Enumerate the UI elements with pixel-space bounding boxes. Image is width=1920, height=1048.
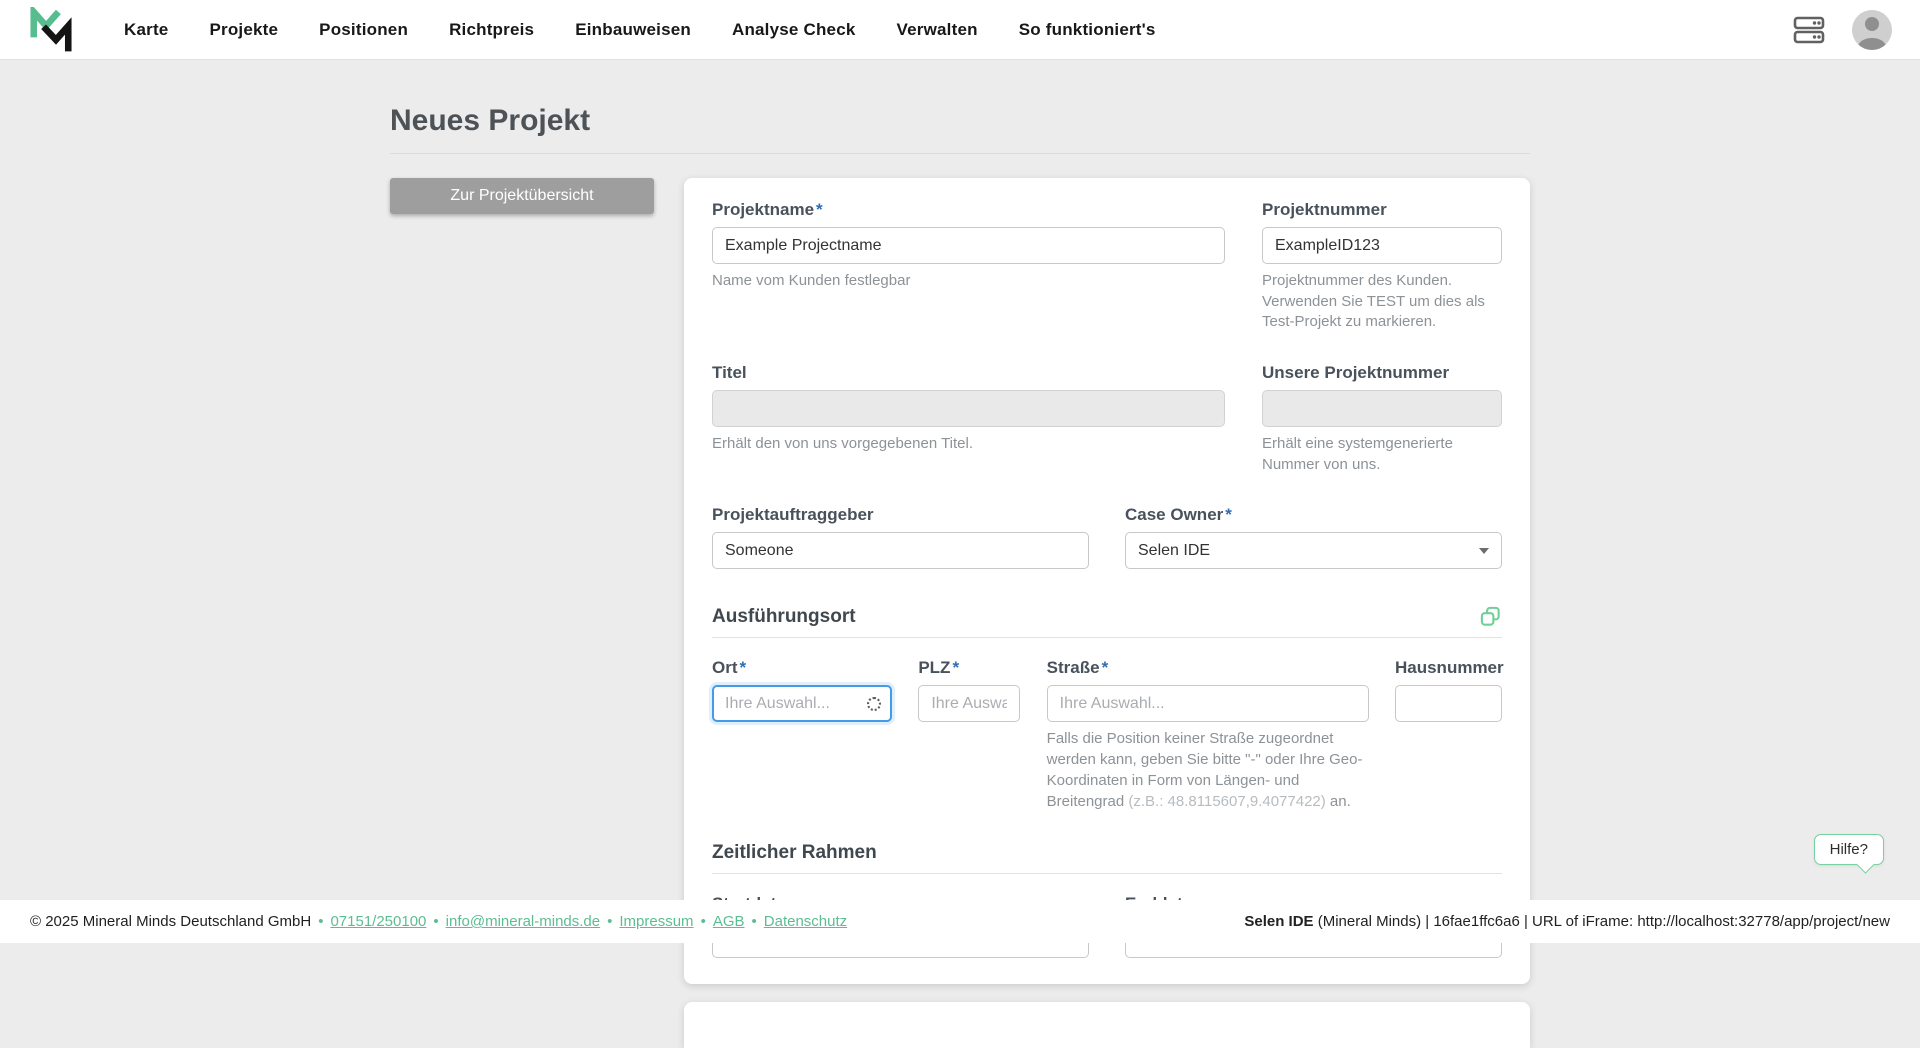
hausnummer-input[interactable]: [1395, 685, 1502, 722]
section-divider: [712, 637, 1502, 638]
unsere-projektnummer-hint: Erhält eine systemgenerierte Nummer von …: [1262, 434, 1502, 475]
page-title: Neues Projekt: [390, 104, 1530, 138]
ort-label: Ort*: [712, 658, 892, 678]
strasse-label: Straße*: [1047, 658, 1369, 678]
projektnummer-label: Projektnummer: [1262, 200, 1502, 220]
required-marker: *: [740, 658, 747, 677]
nav-item-karte[interactable]: Karte: [124, 20, 168, 40]
field-titel: Titel Erhält den von uns vorgegebenen Ti…: [712, 363, 1225, 475]
case-owner-select[interactable]: Selen IDE: [1125, 532, 1502, 569]
footer-session-details: (Mineral Minds) | 16fae1ffc6a6 | URL of …: [1314, 913, 1890, 930]
case-owner-label: Case Owner*: [1125, 505, 1502, 525]
footer-link-email[interactable]: info@mineral-minds.de: [446, 913, 600, 930]
footer-left: © 2025 Mineral Minds Deutschland GmbH • …: [30, 913, 847, 930]
top-navbar: Karte Projekte Positionen Richtpreis Ein…: [0, 0, 1920, 60]
strasse-input[interactable]: [1047, 685, 1369, 722]
titel-input: [712, 390, 1225, 427]
section-title-zeitlicher-rahmen: Zeitlicher Rahmen: [712, 842, 877, 864]
loading-spinner-icon: [867, 697, 881, 711]
hausnummer-label: Hausnummer: [1395, 658, 1502, 678]
projektauftraggeber-label: Projektauftraggeber: [712, 505, 1089, 525]
footer-link-impressum[interactable]: Impressum: [619, 913, 693, 930]
copy-icon[interactable]: [1479, 605, 1502, 628]
projektname-hint: Name vom Kunden festlegbar: [712, 271, 1225, 292]
required-marker: *: [816, 200, 823, 219]
footer-separator: •: [752, 913, 757, 930]
section-title-ausfuehrungsort: Ausführungsort: [712, 606, 856, 628]
field-strasse: Straße* Falls die Position keiner Straße…: [1047, 658, 1369, 812]
field-unsere-projektnummer: Unsere Projektnummer Erhält eine systemg…: [1262, 363, 1502, 475]
field-ort: Ort*: [712, 658, 892, 812]
nav-links: Karte Projekte Positionen Richtpreis Ein…: [124, 20, 1156, 40]
field-projektname: Projektname* Name vom Kunden festlegbar: [712, 200, 1225, 333]
section-divider: [712, 873, 1502, 874]
field-hausnummer: Hausnummer: [1395, 658, 1502, 812]
unsere-projektnummer-label: Unsere Projektnummer: [1262, 363, 1502, 383]
nav-item-positionen[interactable]: Positionen: [319, 20, 408, 40]
avatar-shoulders: [1858, 38, 1886, 50]
nav-item-einbauweisen[interactable]: Einbauweisen: [575, 20, 691, 40]
new-project-form-card: Projektname* Name vom Kunden festlegbar …: [684, 178, 1530, 984]
projektname-input[interactable]: [712, 227, 1225, 264]
nav-item-analyse-check[interactable]: Analyse Check: [732, 20, 856, 40]
nav-item-verwalten[interactable]: Verwalten: [897, 20, 978, 40]
projektauftraggeber-input[interactable]: [712, 532, 1089, 569]
server-icon[interactable]: [1792, 15, 1826, 45]
footer-link-phone[interactable]: 07151/250100: [330, 913, 426, 930]
footer-separator: •: [433, 913, 438, 930]
ort-input[interactable]: [712, 685, 892, 722]
user-avatar-icon[interactable]: [1852, 10, 1892, 50]
footer-separator: •: [318, 913, 323, 930]
required-marker: *: [1102, 658, 1109, 677]
footer-copyright: © 2025 Mineral Minds Deutschland GmbH: [30, 913, 311, 930]
footer: © 2025 Mineral Minds Deutschland GmbH • …: [0, 900, 1920, 943]
unsere-projektnummer-input: [1262, 390, 1502, 427]
title-divider: [390, 153, 1530, 154]
nav-item-projekte[interactable]: Projekte: [209, 20, 278, 40]
footer-link-agb[interactable]: AGB: [713, 913, 745, 930]
footer-separator: •: [607, 913, 612, 930]
case-owner-selected-value: Selen IDE: [1138, 542, 1210, 560]
titel-label: Titel: [712, 363, 1225, 383]
plz-label: PLZ*: [918, 658, 1020, 678]
nav-right-actions: [1792, 10, 1892, 50]
footer-session-user: Selen IDE: [1244, 913, 1313, 930]
field-projektauftraggeber: Projektauftraggeber: [712, 505, 1089, 569]
field-plz: PLZ*: [918, 658, 1020, 812]
titel-hint: Erhält den von uns vorgegebenen Titel.: [712, 434, 1225, 455]
nav-item-so-funktionierts[interactable]: So funktioniert's: [1019, 20, 1156, 40]
footer-separator: •: [701, 913, 706, 930]
required-marker: *: [952, 658, 959, 677]
plz-input[interactable]: [918, 685, 1020, 722]
projektnummer-hint: Projektnummer des Kunden. Verwenden Sie …: [1262, 271, 1502, 333]
mineral-minds-logo-icon[interactable]: [28, 5, 78, 55]
footer-link-datenschutz[interactable]: Datenschutz: [764, 913, 847, 930]
chevron-down-icon: [1479, 548, 1489, 554]
projektname-label: Projektname*: [712, 200, 1225, 220]
footer-session-info: Selen IDE (Mineral Minds) | 16fae1ffc6a6…: [1244, 913, 1890, 930]
required-marker: *: [1225, 505, 1232, 524]
next-card-sliver: [684, 1002, 1530, 1048]
projektnummer-input[interactable]: [1262, 227, 1502, 264]
strasse-hint: Falls die Position keiner Straße zugeord…: [1047, 729, 1369, 812]
field-projektnummer: Projektnummer Projektnummer des Kunden. …: [1262, 200, 1502, 333]
field-case-owner: Case Owner* Selen IDE: [1125, 505, 1502, 569]
project-overview-button[interactable]: Zur Projektübersicht: [390, 178, 654, 214]
avatar-head: [1865, 17, 1879, 31]
help-button[interactable]: Hilfe?: [1814, 834, 1884, 865]
nav-item-richtpreis[interactable]: Richtpreis: [449, 20, 534, 40]
